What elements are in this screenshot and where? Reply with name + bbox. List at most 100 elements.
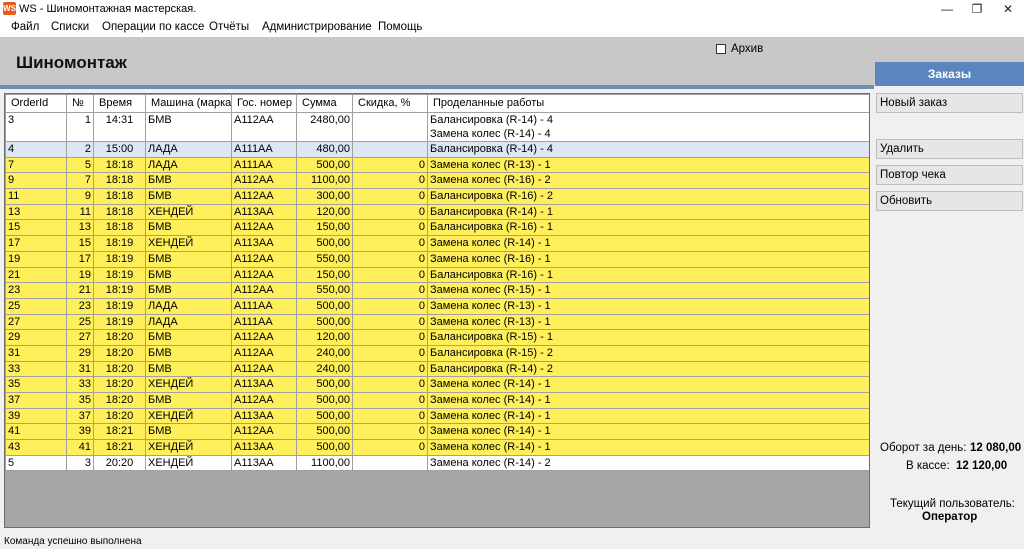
cell-sum: 500,00	[296, 156, 353, 174]
table-row[interactable]: 21 19 18:19 БМВ А112АА 150,00 0 Балансировка (R…	[5, 266, 869, 284]
minimize-button[interactable]: —	[932, 0, 962, 18]
archive-checkbox[interactable]	[716, 44, 726, 54]
new-order-button[interactable]: Новый заказ	[876, 93, 1023, 113]
cell-car: ХЕНДЕЙ	[145, 376, 232, 393]
col-header-plate[interactable]: Гос. номер	[231, 94, 297, 113]
cell-plate: А113АА	[231, 454, 297, 472]
cell-sum: 550,00	[296, 282, 353, 299]
cell-plate: А112АА	[231, 344, 297, 362]
table-row[interactable]: 7 5 18:18 ЛАДА А111АА 500,00 0 Замена колес (R-…	[5, 156, 869, 174]
cell-car: ЛАДА	[145, 141, 232, 158]
cell-works: Балансировка (R-15) - 1	[427, 329, 869, 346]
cell-works: Балансировка (R-14) - 2	[427, 360, 869, 378]
cell-car: ХЕНДЕЙ	[145, 407, 232, 425]
col-header-discount[interactable]: Скидка, %	[352, 94, 428, 113]
cell-works: Замена колес (R-15) - 1	[427, 282, 869, 299]
col-header-sum[interactable]: Сумма	[296, 94, 353, 113]
refresh-button[interactable]: Обновить	[876, 191, 1023, 211]
cell-car: БМВ	[145, 112, 232, 142]
col-header-time[interactable]: Время	[93, 94, 146, 113]
cell-works: Замена колес (R-14) - 1	[427, 439, 869, 456]
menu-lists[interactable]: Списки	[51, 21, 89, 33]
cell-time: 18:19	[93, 313, 146, 331]
cell-sum: 1100,00	[296, 454, 353, 472]
cell-plate: А113АА	[231, 376, 297, 393]
table-row[interactable]: 23 21 18:19 БМВ А112АА 550,00 0 Замена колес (R…	[5, 282, 869, 299]
tab-orders[interactable]: Заказы	[875, 62, 1024, 86]
cell-number: 25	[66, 313, 94, 331]
col-header-car[interactable]: Машина (марка)	[145, 94, 232, 113]
table-row[interactable]: 37 35 18:20 БМВ А112АА 500,00 0 Замена колес (R…	[5, 392, 869, 409]
restore-button[interactable]: ❐	[962, 0, 992, 18]
cell-discount	[352, 454, 428, 472]
menu-help[interactable]: Помощь	[378, 21, 422, 33]
archive-label[interactable]: Архив	[731, 43, 763, 55]
menu-cash-operations[interactable]: Операции по кассе	[102, 21, 204, 33]
table-row[interactable]: 35 33 18:20 ХЕНДЕЙ А113АА 500,00 0 Замена колес…	[5, 376, 869, 393]
table-row[interactable]: 29 27 18:20 БМВ А112АА 120,00 0 Балансировка (R…	[5, 329, 869, 346]
repeat-receipt-button[interactable]: Повтор чека	[876, 165, 1023, 185]
table-row[interactable]: 3 1 14:31 БМВ А112АА 2480,00 Балансировка (R-1…	[5, 112, 869, 142]
cell-discount: 0	[352, 266, 428, 284]
cell-time: 18:19	[93, 297, 146, 315]
cell-car: ХЕНДЕЙ	[145, 235, 232, 252]
delete-button[interactable]: Удалить	[876, 139, 1023, 159]
cell-time: 18:20	[93, 344, 146, 362]
table-row[interactable]: 5 3 20:20 ХЕНДЕЙ А113АА 1100,00 Замена колес (…	[5, 454, 869, 472]
cell-sum: 500,00	[296, 297, 353, 315]
table-row[interactable]: 33 31 18:20 БМВ А112АА 240,00 0 Балансировка (R…	[5, 360, 869, 378]
cell-number: 33	[66, 376, 94, 393]
col-header-number[interactable]: №	[66, 94, 94, 113]
cell-discount	[352, 112, 428, 142]
cell-time: 18:18	[93, 219, 146, 237]
menu-administration[interactable]: Администрирование	[262, 21, 372, 33]
cell-discount: 0	[352, 439, 428, 456]
col-header-works[interactable]: Проделанные работы	[427, 94, 869, 113]
cell-number: 31	[66, 360, 94, 378]
cell-time: 18:19	[93, 266, 146, 284]
col-header-orderid[interactable]: OrderId	[5, 94, 67, 113]
cell-works: Балансировка (R-14) - 4	[427, 141, 869, 158]
title-bar: WS WS - Шиномонтажная мастерская. — ❐ ✕	[0, 0, 1024, 18]
menu-reports[interactable]: Отчёты	[209, 21, 249, 33]
cell-time: 18:20	[93, 376, 146, 393]
cell-sum: 550,00	[296, 250, 353, 268]
table-row[interactable]: 11 9 18:18 БМВ А112АА 300,00 0 Балансировка (R-…	[5, 188, 869, 205]
table-row[interactable]: 19 17 18:19 БМВ А112АА 550,00 0 Замена колес (R…	[5, 250, 869, 268]
table-row[interactable]: 25 23 18:19 ЛАДА А111АА 500,00 0 Замена колес (…	[5, 297, 869, 315]
cell-sum: 2480,00	[296, 112, 353, 142]
table-row[interactable]: 27 25 18:19 ЛАДА А111АА 500,00 0 Замена колес (…	[5, 313, 869, 331]
table-row[interactable]: 17 15 18:19 ХЕНДЕЙ А113АА 500,00 0 Замена колес…	[5, 235, 869, 252]
table-row[interactable]: 9 7 18:18 БМВ А112АА 1100,00 0 Замена колес (R-…	[5, 172, 869, 190]
cell-sum: 500,00	[296, 235, 353, 252]
table-row[interactable]: 39 37 18:20 ХЕНДЕЙ А113АА 500,00 0 Замена колес…	[5, 407, 869, 425]
table-row[interactable]: 13 11 18:18 ХЕНДЕЙ А113АА 120,00 0 Балансировка…	[5, 203, 869, 221]
cell-works: Замена колес (R-16) - 2	[427, 172, 869, 190]
cell-discount: 0	[352, 297, 428, 315]
table-row[interactable]: 31 29 18:20 БМВ А112АА 240,00 0 Балансировка (R…	[5, 344, 869, 362]
cell-plate: А111АА	[231, 156, 297, 174]
cell-orderid: 23	[5, 282, 67, 299]
cell-orderid: 43	[5, 439, 67, 456]
window-title: WS - Шиномонтажная мастерская.	[19, 3, 197, 15]
menu-file[interactable]: Файл	[11, 21, 39, 33]
table-row[interactable]: 41 39 18:21 БМВ А112АА 500,00 0 Замена колес (R…	[5, 423, 869, 441]
table-row[interactable]: 43 41 18:21 ХЕНДЕЙ А113АА 500,00 0 Замена колес…	[5, 439, 869, 456]
orders-table: OrderId № Время Машина (марка) Гос. номе…	[5, 94, 869, 472]
current-user-value: Оператор	[922, 511, 978, 523]
cell-works: Замена колес (R-16) - 1	[427, 250, 869, 268]
cell-time: 18:20	[93, 407, 146, 425]
cell-plate: А112АА	[231, 329, 297, 346]
cell-discount: 0	[352, 360, 428, 378]
cell-car: ЛАДА	[145, 156, 232, 174]
cell-time: 18:21	[93, 439, 146, 456]
orders-grid[interactable]: OrderId № Время Машина (марка) Гос. номе…	[4, 93, 870, 528]
table-row[interactable]: 4 2 15:00 ЛАДА А111АА 480,00 Балансировка (R-1…	[5, 141, 869, 158]
table-row[interactable]: 15 13 18:18 БМВ А112АА 150,00 0 Балансировка (R…	[5, 219, 869, 237]
cell-car: БМВ	[145, 329, 232, 346]
cell-sum: 240,00	[296, 360, 353, 378]
cell-car: ЛАДА	[145, 297, 232, 315]
cell-plate: А112АА	[231, 172, 297, 190]
cell-orderid: 11	[5, 188, 67, 205]
close-button[interactable]: ✕	[993, 0, 1023, 18]
